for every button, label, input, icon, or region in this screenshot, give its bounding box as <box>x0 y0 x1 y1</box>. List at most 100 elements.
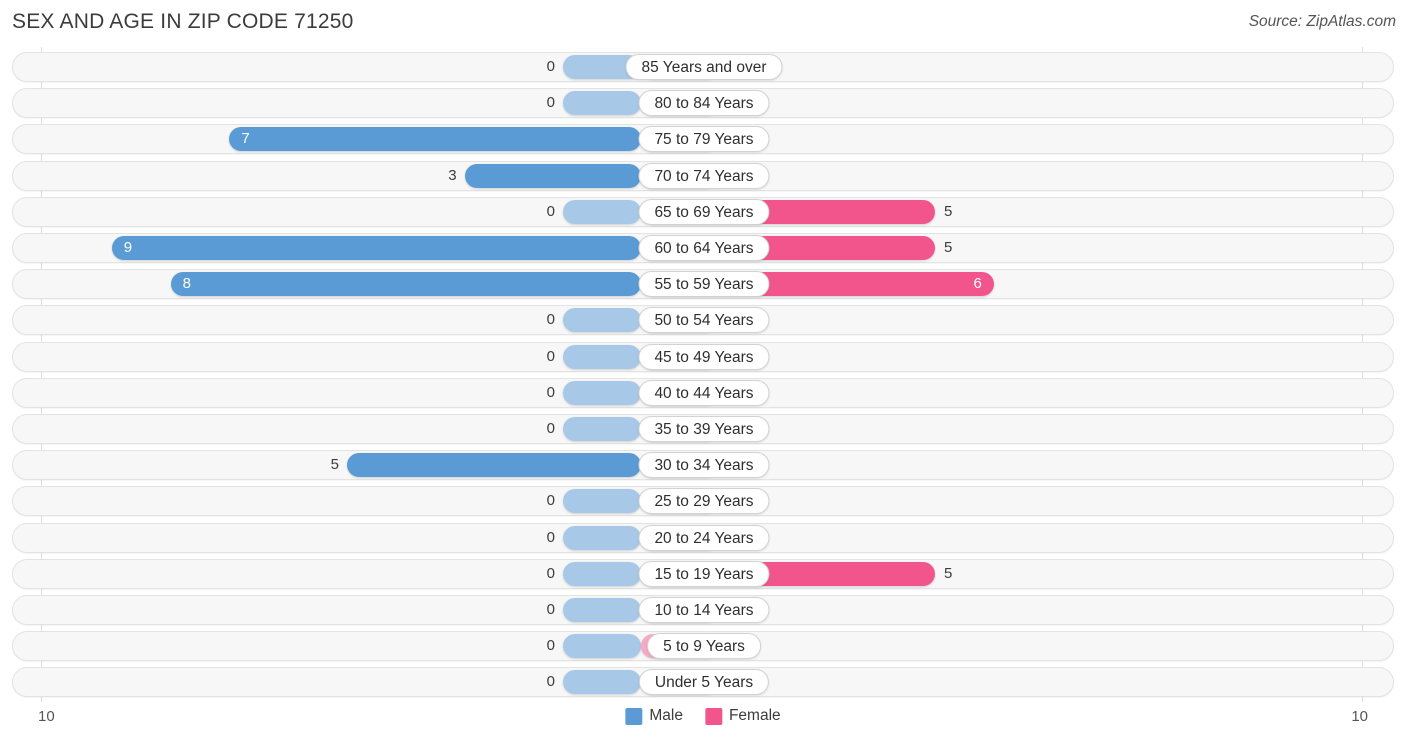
age-group-label: 45 to 49 Years <box>638 343 770 370</box>
legend-label-female: Female <box>728 707 781 724</box>
female-value-label: 5 <box>944 239 953 256</box>
age-group-label: 55 to 59 Years <box>638 271 770 298</box>
male-bar[interactable] <box>563 308 641 333</box>
age-group-label: 5 to 9 Years <box>647 633 761 660</box>
bar-layer: 3070 to 74 Years <box>13 162 1395 190</box>
male-color-swatch <box>625 707 643 725</box>
male-bar[interactable] <box>563 344 641 369</box>
table-row: 00Under 5 Years <box>12 667 1395 698</box>
table-row: 9 5 60 to 64 Years <box>12 233 1394 263</box>
table-row: 0025 to 29 Years <box>12 486 1395 517</box>
male-value-label: 0 <box>546 637 555 655</box>
page-title: SEX AND AGE IN ZIP CODE 71250 <box>12 10 354 33</box>
male-value-label: 0 <box>546 420 555 437</box>
table-row: 0045 to 49 Years <box>12 341 1395 372</box>
bar-layer: 9 5 60 to 64 Years <box>13 234 1395 262</box>
male-bar[interactable] <box>563 489 641 514</box>
male-value-label: 0 <box>546 673 555 691</box>
male-bar[interactable] <box>111 236 641 260</box>
legend-item-female[interactable]: Female <box>704 707 781 725</box>
table-row: 0 5 65 to 69 Years <box>12 196 1395 227</box>
male-bar[interactable] <box>563 634 641 659</box>
table-row: 8 6 55 to 59 Years <box>12 269 1394 300</box>
table-row: 0050 to 54 Years <box>12 305 1395 336</box>
female-color-swatch <box>704 707 722 725</box>
male-value-label: 0 <box>546 94 555 112</box>
male-bar[interactable] <box>563 91 641 116</box>
age-group-label: 35 to 39 Years <box>638 416 770 442</box>
plot-area: 0085 Years and over0080 to 84 Years7075 … <box>0 47 1406 702</box>
axis-label-right: 10 <box>1351 708 1368 725</box>
table-row: 0 5 15 to 19 Years <box>12 558 1395 589</box>
age-group-label: 30 to 34 Years <box>638 452 770 479</box>
male-value-label: 0 <box>546 383 555 401</box>
male-value-label: 5 <box>330 456 339 474</box>
male-value-label: 8 <box>182 275 191 293</box>
legend-item-male[interactable]: Male <box>625 707 683 725</box>
male-bar[interactable] <box>563 417 641 441</box>
age-group-label: 15 to 19 Years <box>638 560 770 587</box>
male-value-label: 0 <box>546 58 555 75</box>
male-bar[interactable] <box>464 163 641 188</box>
bar-layer: 0045 to 49 Years <box>13 343 1395 371</box>
chart-page: SEX AND AGE IN ZIP CODE 71250 Source: Zi… <box>0 0 1406 741</box>
male-bar[interactable] <box>563 525 641 550</box>
age-group-label: 25 to 29 Years <box>638 488 770 515</box>
male-value-label: 0 <box>546 528 555 546</box>
male-bar[interactable] <box>563 561 641 586</box>
table-row: 005 to 9 Years <box>12 631 1395 662</box>
male-bar[interactable] <box>563 670 641 695</box>
age-group-label: 20 to 24 Years <box>638 524 770 551</box>
male-bar[interactable] <box>229 127 641 152</box>
table-row: 0010 to 14 Years <box>12 595 1394 625</box>
legend-label-male: Male <box>649 707 683 724</box>
table-row: 0085 Years and over <box>12 52 1394 82</box>
bar-layer: 0050 to 54 Years <box>13 306 1395 334</box>
bar-layer: 0040 to 44 Years <box>13 379 1395 407</box>
bar-layer: 0 5 65 to 69 Years <box>13 198 1395 226</box>
male-value-label: 0 <box>546 347 555 365</box>
age-group-label: 85 Years and over <box>625 54 783 80</box>
age-group-label: 60 to 64 Years <box>638 235 770 261</box>
female-value-label: 6 <box>973 275 982 293</box>
age-group-label: 75 to 79 Years <box>638 126 770 153</box>
axis-label-left: 10 <box>38 708 55 725</box>
age-group-label: 80 to 84 Years <box>638 90 770 117</box>
table-row: 0020 to 24 Years <box>12 522 1395 553</box>
bar-layer: 00Under 5 Years <box>13 668 1395 696</box>
bar-layer: 0080 to 84 Years <box>13 89 1395 117</box>
bar-layer: 0085 Years and over <box>13 53 1395 81</box>
male-value-label: 0 <box>546 202 555 220</box>
male-value-label: 9 <box>123 239 133 256</box>
age-group-label: 10 to 14 Years <box>638 597 770 623</box>
bar-layer: 005 to 9 Years <box>13 632 1395 660</box>
bar-layer: 5030 to 34 Years <box>13 451 1395 479</box>
male-bar[interactable] <box>563 199 641 224</box>
age-group-label: 65 to 69 Years <box>638 198 770 225</box>
source-attribution: Source: ZipAtlas.com <box>1248 13 1396 30</box>
male-bar[interactable] <box>563 380 641 405</box>
male-value-label: 0 <box>546 601 555 618</box>
male-value-label: 0 <box>546 564 555 582</box>
bar-layer: 7075 to 79 Years <box>13 125 1395 153</box>
female-value-label: 5 <box>944 202 953 220</box>
chart-header: SEX AND AGE IN ZIP CODE 71250 Source: Zi… <box>0 0 1406 47</box>
bar-layer: 0020 to 24 Years <box>13 524 1395 552</box>
age-group-label: Under 5 Years <box>638 669 770 696</box>
chart-footer: 10 10 Male Female <box>0 702 1406 741</box>
male-bar[interactable] <box>347 453 641 478</box>
male-value-label: 7 <box>241 130 250 148</box>
male-value-label: 0 <box>546 311 555 329</box>
table-row: 7075 to 79 Years <box>12 124 1395 155</box>
bar-layer: 0035 to 39 Years <box>13 415 1395 443</box>
male-bar[interactable] <box>563 598 641 622</box>
bar-layer: 0 5 15 to 19 Years <box>13 560 1395 588</box>
table-row: 0080 to 84 Years <box>12 88 1395 119</box>
bar-layer: 0025 to 29 Years <box>13 487 1395 515</box>
table-row: 0035 to 39 Years <box>12 414 1394 444</box>
female-value-label: 5 <box>944 564 953 582</box>
table-row: 5030 to 34 Years <box>12 450 1395 481</box>
bar-layer: 0010 to 14 Years <box>13 596 1395 624</box>
male-bar[interactable] <box>170 272 641 297</box>
table-row: 3070 to 74 Years <box>12 160 1395 191</box>
